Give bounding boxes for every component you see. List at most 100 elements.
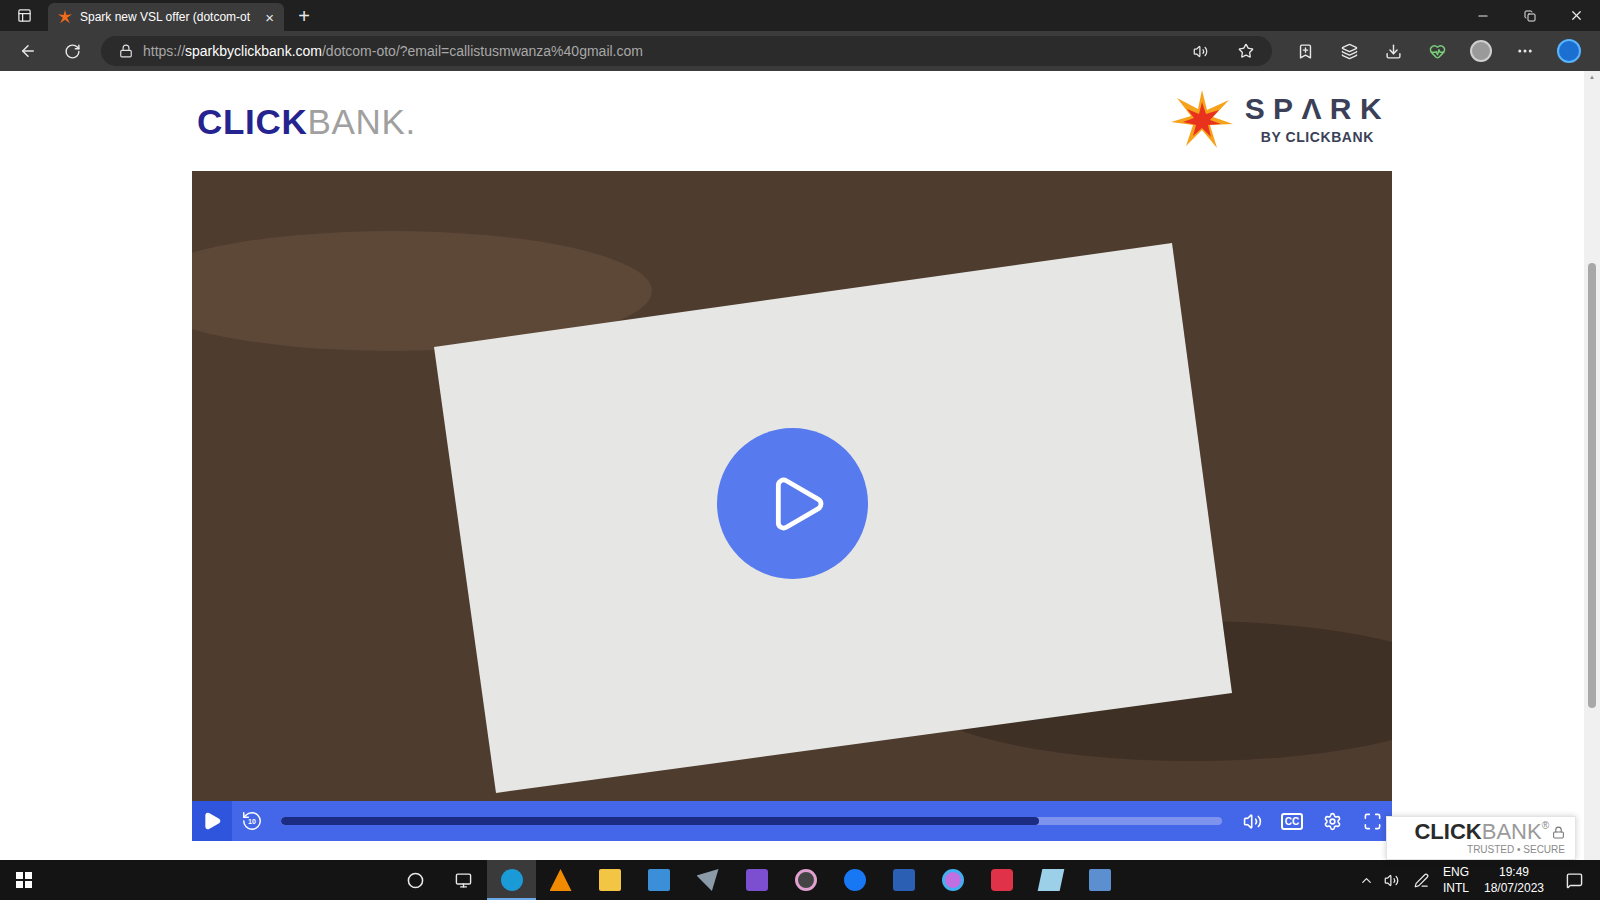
task-view-button[interactable] (439, 860, 487, 900)
back-icon (19, 42, 37, 60)
pen-tray-button[interactable] (1404, 860, 1438, 900)
trust-badge-title: CLICKBANK® (1414, 821, 1549, 843)
back-button[interactable] (6, 31, 50, 71)
file-explorer-icon (599, 869, 621, 891)
favorites-icon (1297, 43, 1314, 60)
restore-icon (1524, 10, 1536, 22)
active-app-indicator (487, 898, 536, 900)
clickbank-logo[interactable]: CLICKBANK. (197, 104, 416, 139)
downloads-button[interactable] (1371, 31, 1415, 71)
taskbar-app[interactable] (683, 860, 732, 900)
new-tab-button[interactable]: + (284, 0, 324, 31)
health-button[interactable] (1415, 31, 1459, 71)
music-icon (795, 869, 817, 891)
taskbar-app[interactable] (781, 860, 830, 900)
tab-actions-button[interactable] (0, 0, 48, 31)
language-label: ENG (1443, 864, 1469, 880)
pen-icon (1414, 873, 1429, 888)
start-button[interactable] (0, 860, 48, 900)
browser-tab[interactable]: Spark new VSL offer (dotcom-ot × (48, 3, 284, 31)
close-icon (1569, 8, 1584, 23)
taskbar-spacer (1124, 860, 1354, 900)
taskbar-app[interactable] (830, 860, 879, 900)
more-icon (1516, 42, 1534, 60)
taskbar-app[interactable] (928, 860, 977, 900)
spark-starburst-icon (1171, 90, 1233, 148)
video-player[interactable]: 10 CC (192, 171, 1392, 841)
taskbar-app[interactable] (977, 860, 1026, 900)
tab-title: Spark new VSL offer (dotcom-ot (80, 8, 257, 26)
taskbar-app[interactable] (1026, 860, 1075, 900)
taskbar-app[interactable] (585, 860, 634, 900)
read-aloud-icon (1193, 44, 1208, 59)
word-icon (893, 869, 915, 891)
language-indicator[interactable]: ENGINTL (1438, 860, 1474, 900)
big-play-button[interactable] (717, 428, 868, 579)
notifications-button[interactable] (1554, 860, 1594, 900)
favorites-button[interactable] (1283, 31, 1327, 71)
star-icon (1238, 43, 1254, 59)
scroll-up-arrow[interactable]: ▲ (1589, 71, 1595, 83)
settings-button[interactable] (1312, 801, 1352, 841)
scrollbar[interactable]: ▲ (1584, 71, 1600, 860)
volume-tray-button[interactable] (1378, 860, 1404, 900)
tray-overflow-button[interactable] (1354, 860, 1378, 900)
collections-icon (1341, 43, 1358, 60)
progress-fill (281, 817, 1039, 825)
taskbar-app[interactable] (1075, 860, 1124, 900)
taskbar-app[interactable] (487, 860, 536, 900)
video-frame[interactable] (192, 171, 1392, 801)
minimize-button[interactable] (1459, 0, 1506, 31)
spark-title: SPΛRK (1245, 94, 1390, 124)
play-icon (765, 472, 829, 536)
show-desktop-button[interactable] (1594, 860, 1600, 900)
pen-app-icon (991, 869, 1013, 891)
bing-button[interactable] (1547, 31, 1591, 71)
spark-favicon-icon (58, 10, 72, 24)
lock-icon (1552, 826, 1565, 839)
layout-label: INTL (1443, 880, 1469, 896)
volume-button[interactable] (1232, 801, 1272, 841)
taskbar-app[interactable] (879, 860, 928, 900)
edge-icon (501, 869, 523, 891)
favorite-button[interactable] (1228, 36, 1264, 66)
clapper-icon (746, 869, 768, 891)
restore-button[interactable] (1506, 0, 1553, 31)
refresh-icon (64, 43, 81, 60)
taskbar-app[interactable] (536, 860, 585, 900)
profile-button[interactable] (1459, 31, 1503, 71)
trust-badge[interactable]: CLICKBANK®TRUSTED • SECURE (1386, 816, 1576, 860)
control-buttons: CC (1232, 801, 1392, 841)
play-button[interactable] (192, 801, 232, 841)
menu-button[interactable] (1503, 31, 1547, 71)
page-header: CLICKBANK. SPΛRKBY CLICKBANK (192, 71, 1392, 171)
remote-desktop-icon (1089, 869, 1111, 891)
heart-icon (1429, 43, 1446, 60)
collections-button[interactable] (1327, 31, 1371, 71)
profile-icon (1470, 40, 1492, 62)
captions-button[interactable]: CC (1272, 801, 1312, 841)
tab-close-button[interactable]: × (265, 10, 274, 25)
screen: Spark new VSL offer (dotcom-ot × + https://… (0, 0, 1600, 900)
gear-icon (1323, 812, 1342, 831)
page-content: CLICKBANK. SPΛRKBY CLICKBANK 10 CC (0, 71, 1584, 860)
spark-logo[interactable]: SPΛRKBY CLICKBANK (1171, 90, 1392, 148)
address-bar[interactable]: https://sparkbyclickbank.com/dotcom-oto/… (101, 36, 1272, 66)
scroll-thumb[interactable] (1588, 263, 1596, 708)
rewind-button[interactable]: 10 (232, 801, 272, 841)
trust-badge-logo: CLICKBANK® (1414, 821, 1565, 843)
refresh-button[interactable] (50, 31, 94, 71)
clock-time: 19:49 (1499, 864, 1529, 880)
tab-strip: Spark new VSL offer (dotcom-ot × + (0, 0, 1600, 31)
close-window-button[interactable] (1553, 0, 1600, 31)
speaker-icon (1384, 873, 1399, 888)
read-aloud-button[interactable] (1182, 36, 1218, 66)
progress-track[interactable] (281, 817, 1222, 825)
search-button[interactable] (391, 860, 439, 900)
tab-actions-icon (17, 8, 32, 23)
taskbar-app[interactable] (634, 860, 683, 900)
taskbar-app[interactable] (732, 860, 781, 900)
clock[interactable]: 19:4918/07/2023 (1474, 860, 1554, 900)
fullscreen-icon (1363, 812, 1382, 831)
captions-label: CC (1281, 813, 1303, 830)
